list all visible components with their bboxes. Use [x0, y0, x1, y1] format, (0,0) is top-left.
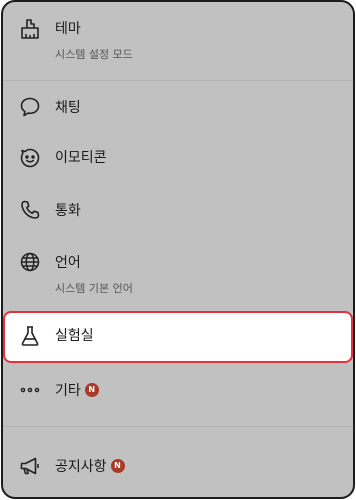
- menu-item-emoticon[interactable]: 이모티콘: [3, 134, 353, 182]
- emoticon-label: 이모티콘: [55, 150, 107, 166]
- smiley-icon: [18, 146, 42, 170]
- menu-item-chat[interactable]: 채팅: [3, 84, 353, 132]
- chat-label: 채팅: [55, 100, 81, 116]
- menu-item-notice[interactable]: 공지사항 N: [3, 444, 353, 492]
- new-badge: N: [110, 459, 125, 473]
- globe-icon: [18, 250, 42, 274]
- divider: [3, 426, 353, 427]
- flask-icon: [18, 324, 42, 348]
- menu-item-call[interactable]: 통화: [3, 186, 353, 234]
- chat-bubble-icon: [18, 95, 42, 119]
- etc-label: 기타: [55, 383, 81, 399]
- more-dots-icon: [18, 378, 42, 402]
- theme-label: 테마: [55, 21, 81, 37]
- menu-item-theme[interactable]: 테마 시스템 설정 모드: [3, 2, 353, 74]
- new-badge: N: [84, 383, 99, 397]
- menu-item-lab[interactable]: 실험실: [3, 311, 353, 363]
- megaphone-icon: [18, 454, 42, 478]
- language-label: 언어: [55, 255, 81, 271]
- theme-sub: 시스템 설정 모드: [55, 48, 133, 61]
- theme-brush-icon: [18, 17, 42, 41]
- notice-label-wrap: 공지사항 N: [55, 458, 125, 476]
- menu-item-language[interactable]: 언어 시스템 기본 언어: [3, 238, 353, 308]
- divider: [3, 80, 353, 81]
- call-label: 통화: [55, 203, 81, 219]
- phone-icon: [18, 198, 42, 222]
- menu-item-etc[interactable]: 기타 N: [3, 366, 353, 414]
- language-sub: 시스템 기본 언어: [55, 282, 133, 295]
- notice-label: 공지사항: [55, 459, 107, 475]
- etc-label-wrap: 기타 N: [55, 382, 99, 400]
- lab-label: 실험실: [55, 328, 94, 344]
- settings-panel: 테마 시스템 설정 모드 채팅 이모티콘 통화 언어 시스템 기본 언어 실험실…: [1, 0, 355, 499]
